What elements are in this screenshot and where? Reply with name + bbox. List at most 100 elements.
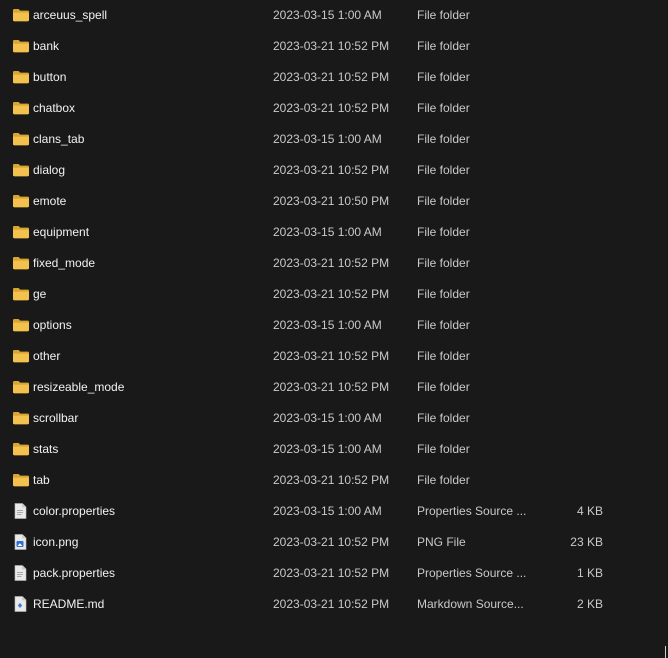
file-row[interactable]: scrollbar 2023-03-15 1:00 AM File folder	[0, 403, 668, 434]
folder-icon	[12, 7, 30, 23]
folder-icon	[12, 193, 30, 209]
file-size	[530, 465, 603, 496]
file-date-modified: 2023-03-21 10:52 PM	[273, 256, 390, 270]
file-size	[530, 62, 603, 93]
folder-icon	[12, 441, 30, 457]
file-row[interactable]: color.properties 2023-03-15 1:00 AM Proper…	[0, 496, 668, 527]
file-row[interactable]: dialog 2023-03-21 10:52 PM File folder	[0, 155, 668, 186]
file-row[interactable]: bank 2023-03-21 10:52 PM File folder	[0, 31, 668, 62]
file-type: PNG File	[417, 535, 466, 549]
file-size	[530, 0, 603, 31]
file-row[interactable]: tab 2023-03-21 10:52 PM File folder	[0, 465, 668, 496]
folder-icon	[12, 472, 30, 488]
folder-icon	[12, 100, 30, 116]
file-name: arceuus_spell	[33, 8, 108, 22]
file-date-modified: 2023-03-15 1:00 AM	[273, 411, 382, 425]
file-type: Properties Source ...	[417, 504, 527, 518]
file-row[interactable]: arceuus_spell 2023-03-15 1:00 AM File fold…	[0, 0, 668, 31]
file-size: 1 KB	[576, 566, 603, 580]
file-name: ge	[33, 287, 47, 301]
file-name: chatbox	[33, 101, 76, 115]
file-row[interactable]: README.md 2023-03-21 10:52 PM Markdown Sou…	[0, 589, 668, 620]
file-row[interactable]: stats 2023-03-15 1:00 AM File folder	[0, 434, 668, 465]
file-date-modified: 2023-03-15 1:00 AM	[273, 225, 382, 239]
file-row[interactable]: fixed_mode 2023-03-21 10:52 PM File folder	[0, 248, 668, 279]
file-date-modified: 2023-03-15 1:00 AM	[273, 318, 382, 332]
file-row[interactable]: chatbox 2023-03-21 10:52 PM File folder	[0, 93, 668, 124]
file-type: Markdown Source...	[417, 597, 524, 611]
file-name: equipment	[33, 225, 90, 239]
file-size	[530, 279, 603, 310]
image-file-icon	[12, 534, 30, 550]
folder-icon	[12, 286, 30, 302]
file-type: File folder	[417, 8, 470, 22]
file-size	[530, 186, 603, 217]
file-row[interactable]: ge 2023-03-21 10:52 PM File folder	[0, 279, 668, 310]
file-date-modified: 2023-03-21 10:52 PM	[273, 70, 390, 84]
file-name: bank	[33, 39, 60, 53]
folder-icon	[12, 162, 30, 178]
file-name: clans_tab	[33, 132, 85, 146]
document-icon	[12, 503, 30, 519]
file-name: scrollbar	[33, 411, 79, 425]
file-size	[530, 248, 603, 279]
file-name: dialog	[33, 163, 66, 177]
folder-icon	[12, 348, 30, 364]
file-row[interactable]: resizeable_mode 2023-03-21 10:52 PM File f…	[0, 372, 668, 403]
folder-icon	[12, 38, 30, 54]
file-size	[530, 93, 603, 124]
file-type: File folder	[417, 411, 470, 425]
file-date-modified: 2023-03-21 10:52 PM	[273, 566, 390, 580]
file-name: tab	[33, 473, 50, 487]
file-row[interactable]: options 2023-03-15 1:00 AM File folder	[0, 310, 668, 341]
file-type: File folder	[417, 70, 470, 84]
file-date-modified: 2023-03-21 10:52 PM	[273, 39, 390, 53]
file-date-modified: 2023-03-15 1:00 AM	[273, 132, 382, 146]
file-row[interactable]: clans_tab 2023-03-15 1:00 AM File folder	[0, 124, 668, 155]
file-type: File folder	[417, 163, 470, 177]
file-row[interactable]: button 2023-03-21 10:52 PM File folder	[0, 62, 668, 93]
file-type: File folder	[417, 349, 470, 363]
file-date-modified: 2023-03-21 10:52 PM	[273, 287, 390, 301]
file-type: File folder	[417, 132, 470, 146]
folder-icon	[12, 224, 30, 240]
markdown-file-icon	[12, 596, 30, 612]
file-type: File folder	[417, 225, 470, 239]
file-date-modified: 2023-03-21 10:52 PM	[273, 163, 390, 177]
file-name: other	[33, 349, 61, 363]
file-size	[530, 434, 603, 465]
file-size: 23 KB	[570, 535, 603, 549]
folder-icon	[12, 410, 30, 426]
folder-icon	[12, 131, 30, 147]
file-name: stats	[33, 442, 59, 456]
file-row[interactable]: pack.properties 2023-03-21 10:52 PM Proper…	[0, 558, 668, 589]
file-date-modified: 2023-03-21 10:52 PM	[273, 473, 390, 487]
file-row[interactable]: equipment 2023-03-15 1:00 AM File folder	[0, 217, 668, 248]
file-name: icon.png	[33, 535, 79, 549]
file-date-modified: 2023-03-15 1:00 AM	[273, 442, 382, 456]
file-type: File folder	[417, 442, 470, 456]
file-type: File folder	[417, 287, 470, 301]
file-name: pack.properties	[33, 566, 116, 580]
folder-icon	[12, 379, 30, 395]
file-name: options	[33, 318, 72, 332]
file-size	[530, 403, 603, 434]
file-size: 2 KB	[576, 597, 603, 611]
file-type: File folder	[417, 39, 470, 53]
file-size	[530, 31, 603, 62]
file-size	[530, 124, 603, 155]
file-date-modified: 2023-03-21 10:52 PM	[273, 101, 390, 115]
file-type: File folder	[417, 256, 470, 270]
file-size	[530, 155, 603, 186]
file-type: File folder	[417, 318, 470, 332]
file-type: File folder	[417, 101, 470, 115]
file-row[interactable]: emote 2023-03-21 10:50 PM File folder	[0, 186, 668, 217]
file-type: File folder	[417, 194, 470, 208]
file-date-modified: 2023-03-21 10:50 PM	[273, 194, 390, 208]
file-row[interactable]: other 2023-03-21 10:52 PM File folder	[0, 341, 668, 372]
file-row[interactable]: icon.png 2023-03-21 10:52 PM PNG File 23 KB	[0, 527, 668, 558]
folder-icon	[12, 317, 30, 333]
file-date-modified: 2023-03-15 1:00 AM	[273, 8, 382, 22]
file-size: 4 KB	[576, 504, 603, 518]
file-name: button	[33, 70, 67, 84]
